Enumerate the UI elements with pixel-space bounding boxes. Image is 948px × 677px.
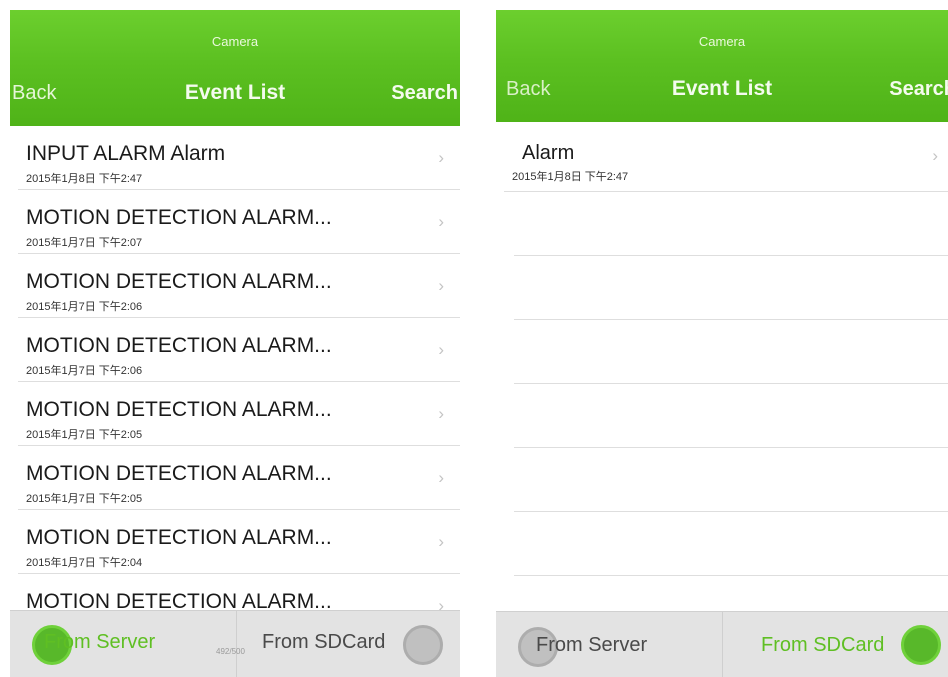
- list-item[interactable]: MOTION DETECTION ALARM... 2015年1月7日 下午2:…: [10, 510, 460, 574]
- left-event-list-screen: Camera Back Event List Search INPUT ALAR…: [10, 10, 460, 677]
- event-date: 2015年1月8日 下午2:47: [26, 173, 143, 185]
- chevron-right-icon: ›: [438, 212, 444, 231]
- chevron-right-icon: ›: [438, 148, 444, 167]
- empty-row: [496, 256, 948, 320]
- from-sdcard-tab[interactable]: From SDCard: [237, 611, 460, 677]
- source-segmented-control: From Server 492/500 From SDCard: [10, 610, 460, 677]
- event-date: 2015年1月7日 下午2:05: [26, 429, 143, 441]
- from-sdcard-tab[interactable]: From SDCard: [723, 612, 948, 677]
- list-item[interactable]: MOTION DETECTION ALARM... 2015年1月7日 下午2:…: [10, 446, 460, 510]
- event-title: MOTION DETECTION ALARM...: [26, 398, 332, 421]
- camera-name: Camera: [698, 34, 746, 49]
- event-date: 2015年1月8日 下午2:47: [512, 171, 629, 183]
- from-server-label: From Server: [536, 634, 648, 656]
- list-item[interactable]: MOTION DETECTION ALARM... 2015年1月7日 下午2:…: [10, 318, 460, 382]
- event-title: Alarm: [522, 142, 575, 164]
- chevron-right-icon: ›: [438, 404, 444, 423]
- event-list: INPUT ALARM Alarm 2015年1月8日 下午2:47 › MOT…: [10, 126, 460, 638]
- empty-row: [496, 192, 948, 256]
- toggle-knob-icon: [901, 625, 941, 665]
- event-date: 2015年1月7日 下午2:06: [26, 301, 143, 313]
- list-item[interactable]: MOTION DETECTION ALARM... 2015年1月7日 下午2:…: [10, 254, 460, 318]
- event-title: MOTION DETECTION ALARM...: [26, 270, 332, 293]
- from-server-label: From Server: [44, 631, 156, 653]
- from-sdcard-label: From SDCard: [761, 634, 885, 656]
- empty-row: [496, 448, 948, 512]
- camera-name: Camera: [211, 34, 259, 49]
- event-date: 2015年1月7日 下午2:04: [26, 557, 143, 569]
- event-date: 2015年1月7日 下午2:05: [26, 493, 143, 505]
- list-item[interactable]: MOTION DETECTION ALARM... 2015年1月7日 下午2:…: [10, 382, 460, 446]
- event-date: 2015年1月7日 下午2:06: [26, 365, 143, 377]
- event-title: MOTION DETECTION ALARM...: [26, 462, 332, 485]
- page-title: Event List: [671, 77, 773, 100]
- chevron-right-icon: ›: [438, 468, 444, 487]
- from-sdcard-label: From SDCard: [262, 631, 386, 653]
- chevron-right-icon: ›: [438, 276, 444, 295]
- source-segmented-control: From Server From SDCard: [496, 611, 948, 677]
- nav-header: Camera Back Event List Search: [10, 10, 460, 126]
- list-item[interactable]: MOTION DETECTION ALARM... 2015年1月7日 下午2:…: [10, 190, 460, 254]
- empty-row: [496, 320, 948, 384]
- list-item[interactable]: Alarm 2015年1月8日 下午2:47 ›: [496, 122, 948, 192]
- from-server-tab[interactable]: From Server: [496, 612, 722, 677]
- event-title: MOTION DETECTION ALARM...: [26, 526, 332, 549]
- event-title: INPUT ALARM Alarm: [26, 142, 226, 165]
- event-date: 2015年1月7日 下午2:07: [26, 237, 143, 249]
- nav-header: Camera Back Event List Search: [496, 10, 948, 122]
- chevron-right-icon: ›: [438, 532, 444, 551]
- right-event-list-screen: Camera Back Event List Search Alarm 2015…: [496, 10, 948, 677]
- search-button[interactable]: Search: [889, 78, 948, 101]
- empty-row: [496, 384, 948, 448]
- toggle-knob-icon: [403, 625, 443, 665]
- list-item[interactable]: INPUT ALARM Alarm 2015年1月8日 下午2:47 ›: [10, 126, 460, 190]
- chevron-right-icon: ›: [932, 146, 938, 165]
- empty-row: [496, 512, 948, 576]
- event-list: Alarm 2015年1月8日 下午2:47 ›: [496, 122, 948, 576]
- search-button[interactable]: Search: [391, 82, 458, 105]
- chevron-right-icon: ›: [438, 340, 444, 359]
- from-server-tab[interactable]: From Server: [10, 611, 236, 677]
- event-title: MOTION DETECTION ALARM...: [26, 334, 332, 357]
- event-title: MOTION DETECTION ALARM...: [26, 206, 332, 229]
